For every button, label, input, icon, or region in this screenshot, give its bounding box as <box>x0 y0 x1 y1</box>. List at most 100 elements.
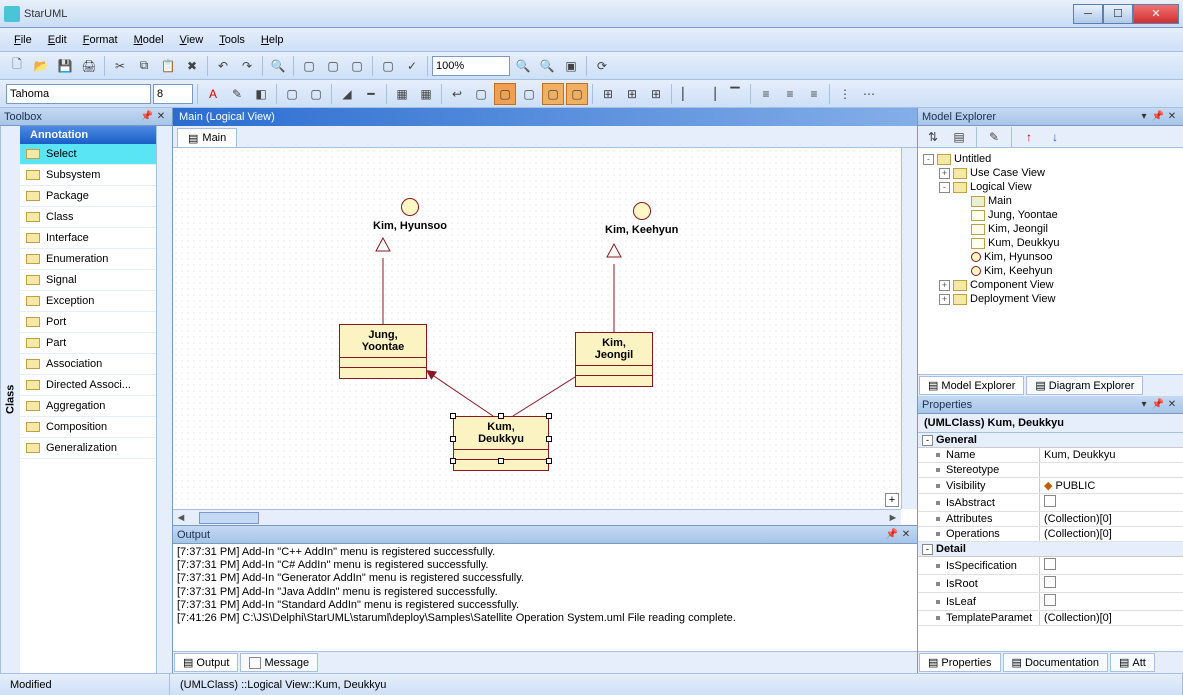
layout3-icon[interactable]: ⊞ <box>645 83 667 105</box>
properties-pin-icon[interactable]: 📌 <box>1151 398 1165 412</box>
class-kim--jeongil[interactable]: Kim, Jeongil <box>575 332 653 387</box>
copy-icon[interactable]: ⧉ <box>133 55 155 77</box>
align4-icon[interactable]: ≡ <box>755 83 777 105</box>
toolbox-item-association[interactable]: Association <box>20 354 156 375</box>
prop-row-templateparamet[interactable]: TemplateParamet(Collection)[0] <box>918 611 1183 626</box>
menu-edit[interactable]: Edit <box>40 31 75 49</box>
dist1-icon[interactable]: ⋮ <box>834 83 856 105</box>
properties-close-icon[interactable]: ✕ <box>1165 398 1179 412</box>
font-combo[interactable] <box>6 84 151 104</box>
toolbox-close-icon[interactable]: ✕ <box>154 110 168 124</box>
align6-icon[interactable]: ≡ <box>803 83 825 105</box>
linestyle-icon[interactable]: ━ <box>360 83 382 105</box>
align2-icon[interactable]: ▕ <box>700 83 722 105</box>
horizontal-scrollbar[interactable]: ◄ ► <box>173 509 901 525</box>
toolbox-item-signal[interactable]: Signal <box>20 270 156 291</box>
prop-value[interactable]: ◆ PUBLIC <box>1040 478 1183 493</box>
selection-handle[interactable] <box>546 436 552 442</box>
undo-icon[interactable]: ↶ <box>212 55 234 77</box>
up-icon[interactable]: ↑ <box>1018 126 1040 148</box>
tree-node-kim--keehyun[interactable]: Kim, Keehyun <box>920 264 1181 278</box>
model-tree[interactable]: -Untitled+Use Case View-Logical ViewMain… <box>918 148 1183 374</box>
tab-properties[interactable]: ▤Properties <box>919 653 1001 672</box>
prop-row-stereotype[interactable]: Stereotype <box>918 463 1183 478</box>
tree-node-untitled[interactable]: -Untitled <box>920 152 1181 166</box>
scroll-left-icon[interactable]: ◄ <box>173 510 189 526</box>
prop-checkbox[interactable] <box>1044 594 1056 606</box>
menu-model[interactable]: Model <box>126 31 172 49</box>
model-explorer-close-icon[interactable]: ✕ <box>1165 110 1179 124</box>
properties-menu-icon[interactable]: ▾ <box>1137 398 1151 412</box>
class-jung--yoontae[interactable]: Jung, Yoontae <box>339 324 427 379</box>
fontcolor-icon[interactable]: A <box>202 83 224 105</box>
tree-node-kum--deukkyu[interactable]: Kum, Deukkyu <box>920 236 1181 250</box>
toolbox-item-exception[interactable]: Exception <box>20 291 156 312</box>
vertical-scrollbar[interactable] <box>901 148 917 509</box>
redo-icon[interactable]: ↷ <box>236 55 258 77</box>
showop5-icon[interactable]: ▢ <box>566 83 588 105</box>
sort-icon[interactable]: ⇅ <box>922 126 944 148</box>
tool2-icon[interactable]: ▢ <box>322 55 344 77</box>
showop3-icon[interactable]: ▢ <box>518 83 540 105</box>
open-icon[interactable]: 📂 <box>30 55 52 77</box>
zoom-in-icon[interactable]: 🔍 <box>536 55 558 77</box>
tree-toggle-icon[interactable]: + <box>939 294 950 305</box>
fit-icon[interactable]: ▣ <box>560 55 582 77</box>
tab-documentation[interactable]: ▤Documentation <box>1003 653 1108 672</box>
layout2-icon[interactable]: ⊞ <box>621 83 643 105</box>
align1-icon[interactable]: ▏ <box>676 83 698 105</box>
properties-grid[interactable]: -GeneralNameKum, DeukkyuStereotypeVisibi… <box>918 433 1183 651</box>
tab-diagram-explorer[interactable]: ▤Diagram Explorer <box>1026 376 1143 395</box>
tool1-icon[interactable]: ▢ <box>298 55 320 77</box>
prop-value[interactable] <box>1040 593 1183 610</box>
prop-row-attributes[interactable]: Attributes(Collection)[0] <box>918 512 1183 527</box>
toolbox-item-port[interactable]: Port <box>20 312 156 333</box>
zoom-out-icon[interactable]: 🔍 <box>512 55 534 77</box>
tab-attachments[interactable]: ▤Att <box>1110 653 1155 672</box>
stereotype-icon[interactable]: ▢ <box>281 83 303 105</box>
actor-kim--hyunsoo[interactable]: Kim, Hyunsoo <box>373 198 447 232</box>
prop-value[interactable] <box>1040 557 1183 574</box>
align3-icon[interactable]: ▔ <box>724 83 746 105</box>
toolbox-scrollbar[interactable] <box>156 126 172 673</box>
prop-checkbox[interactable] <box>1044 576 1056 588</box>
actor-kim--keehyun[interactable]: Kim, Keehyun <box>605 202 678 236</box>
fontsize-combo[interactable] <box>153 84 193 104</box>
model-explorer-pin-icon[interactable]: 📌 <box>1151 110 1165 124</box>
cut-icon[interactable]: ✂ <box>109 55 131 77</box>
tree-node-use-case-view[interactable]: +Use Case View <box>920 166 1181 180</box>
down-icon[interactable]: ↓ <box>1044 126 1066 148</box>
selection-handle[interactable] <box>450 458 456 464</box>
toolbox-header[interactable]: Annotation <box>20 126 156 144</box>
refresh-icon[interactable]: ⟳ <box>591 55 613 77</box>
output-tab-output[interactable]: ▤Output <box>174 653 238 672</box>
prop-value[interactable]: (Collection)[0] <box>1040 512 1183 526</box>
toolbox-pin-icon[interactable]: 📌 <box>140 110 154 124</box>
add-view-icon[interactable]: + <box>885 493 899 507</box>
prop-group-general[interactable]: -General <box>918 433 1183 448</box>
output-close-icon[interactable]: ✕ <box>899 528 913 542</box>
tool4-icon[interactable]: ▢ <box>377 55 399 77</box>
selection-handle[interactable] <box>498 413 504 419</box>
find-icon[interactable]: 🔍 <box>267 55 289 77</box>
showop-icon[interactable]: ▢ <box>470 83 492 105</box>
diagram-canvas[interactable]: Kim, Hyunsoo Kim, Keehyun Jung, Yoontae Kim… <box>173 148 901 509</box>
dist2-icon[interactable]: ⋯ <box>858 83 880 105</box>
new-icon[interactable]: 🗋 <box>6 55 28 77</box>
tree-toggle-icon[interactable]: + <box>939 280 950 291</box>
tree-toggle-icon[interactable]: - <box>923 154 934 165</box>
menu-format[interactable]: Format <box>75 31 126 49</box>
output-tab-message[interactable]: Message <box>240 653 318 672</box>
prop-row-visibility[interactable]: Visibility◆ PUBLIC <box>918 478 1183 494</box>
toolbox-item-interface[interactable]: Interface <box>20 228 156 249</box>
selection-handle[interactable] <box>546 458 552 464</box>
selection-handle[interactable] <box>450 436 456 442</box>
selection-handle[interactable] <box>546 413 552 419</box>
suppress1-icon[interactable]: ▦ <box>391 83 413 105</box>
tree-toggle-icon[interactable]: - <box>939 182 950 193</box>
prop-value[interactable]: (Collection)[0] <box>1040 527 1183 541</box>
scroll-thumb[interactable] <box>199 512 259 524</box>
fillcolor-icon[interactable]: ◧ <box>250 83 272 105</box>
toolbox-item-select[interactable]: Select <box>20 144 156 165</box>
toolbox-item-package[interactable]: Package <box>20 186 156 207</box>
